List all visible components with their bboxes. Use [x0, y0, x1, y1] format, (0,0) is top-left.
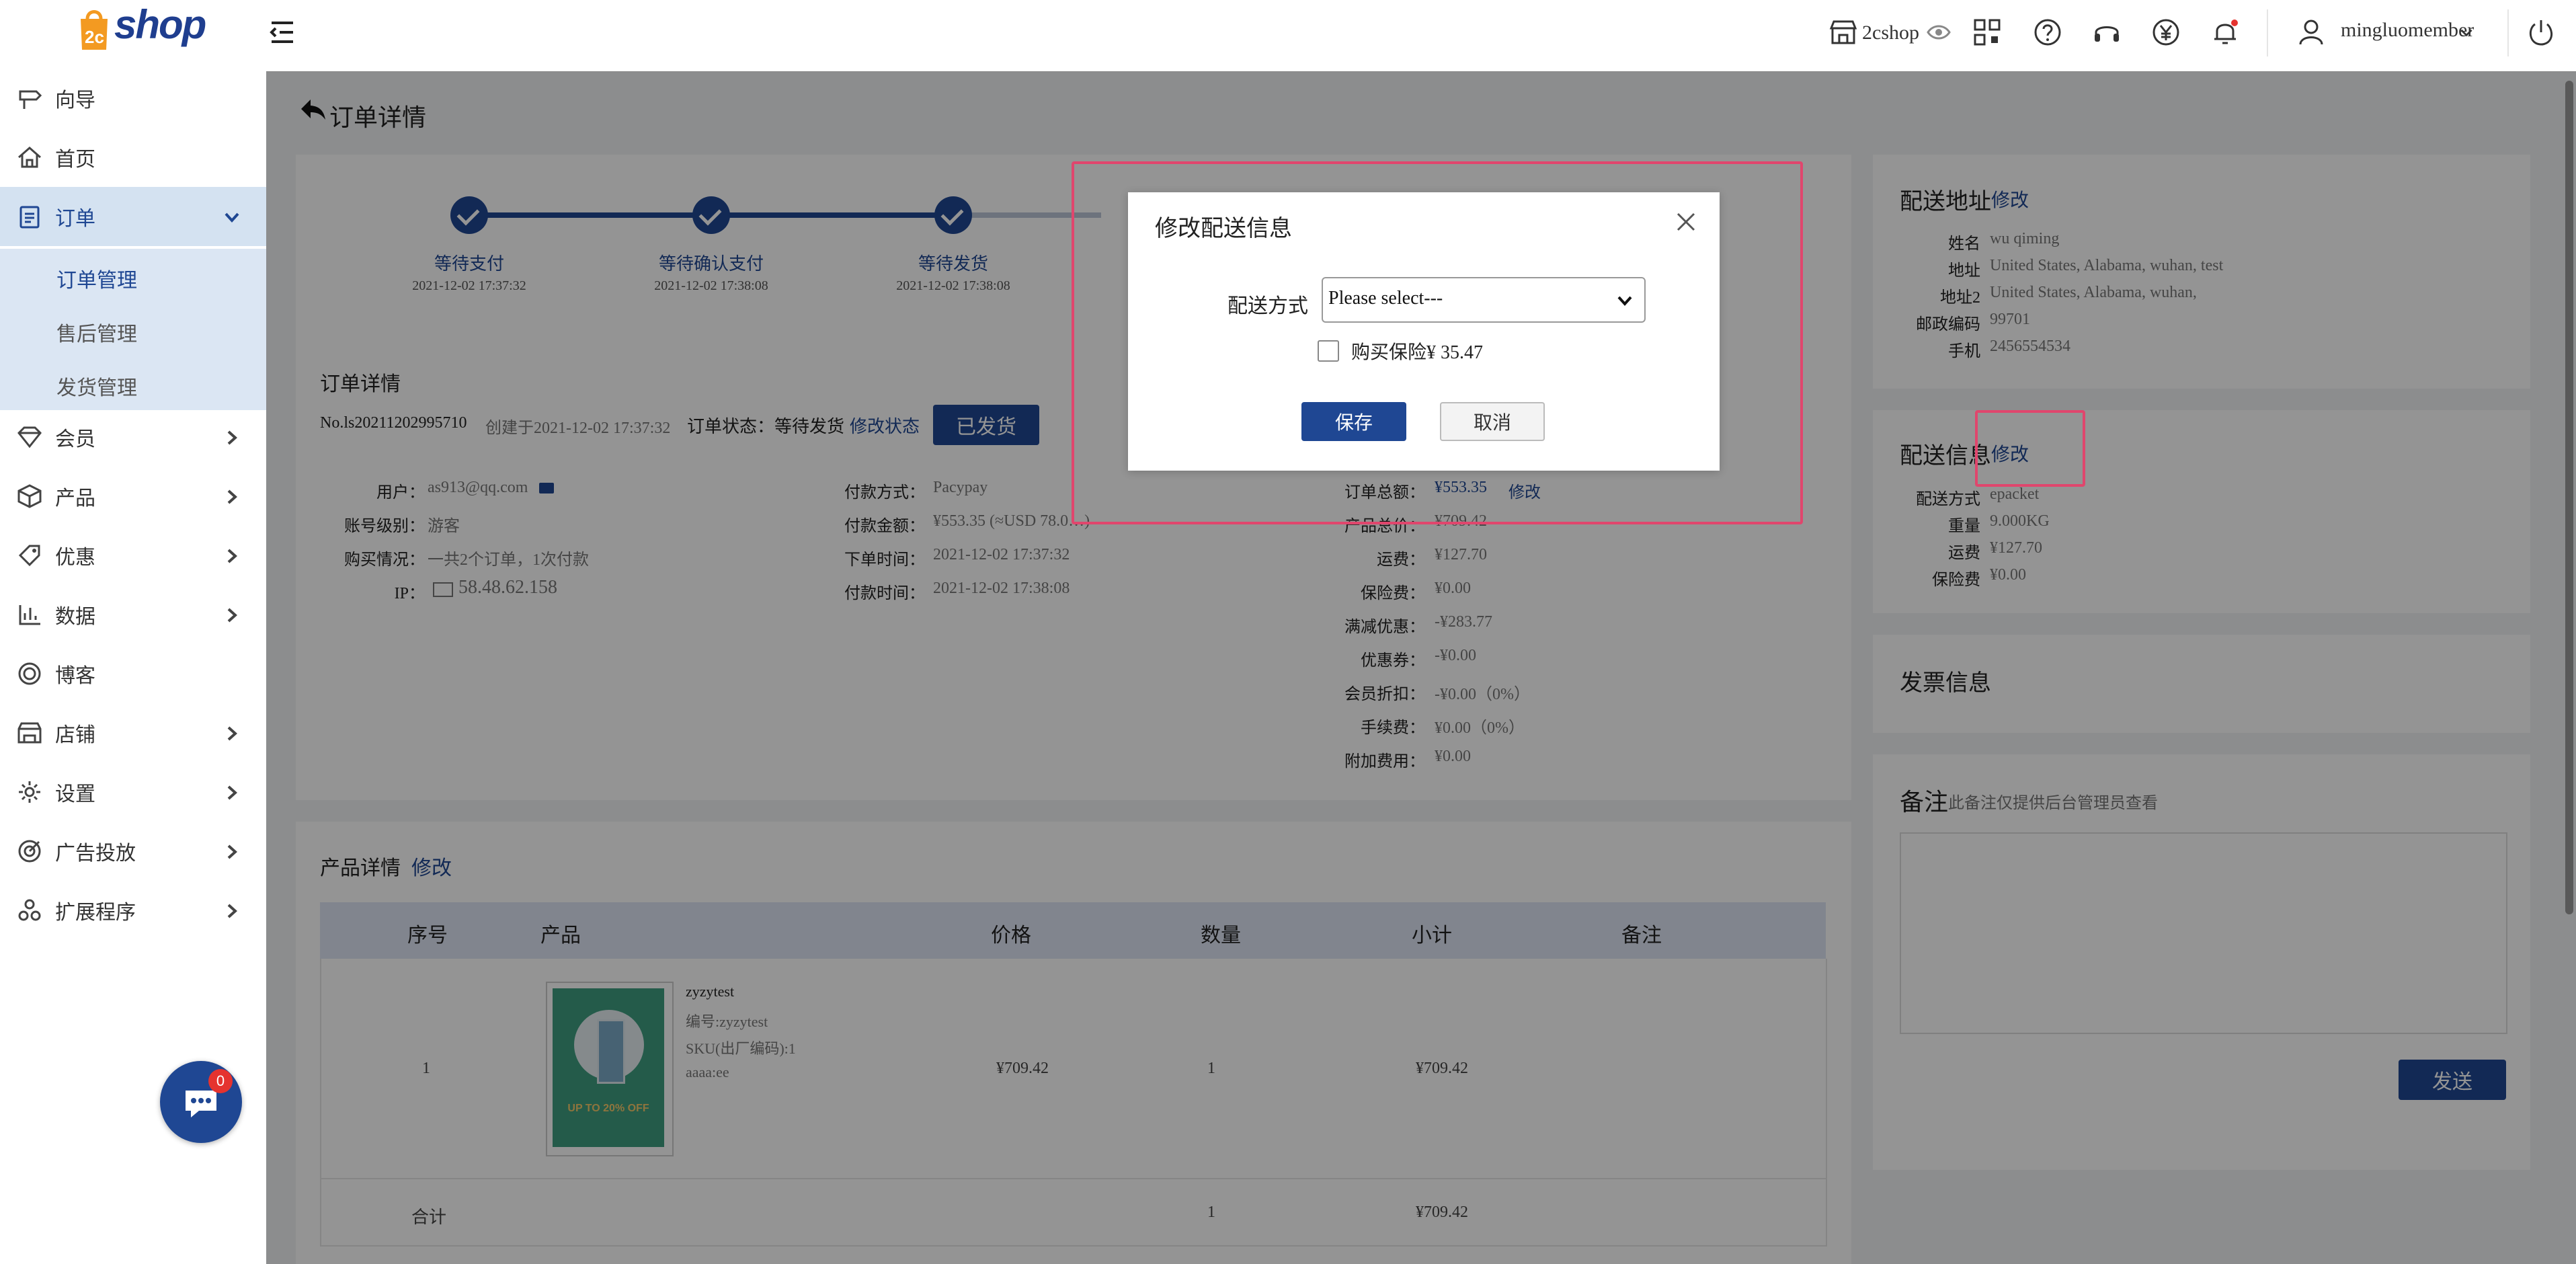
qrcode-icon[interactable]: [1968, 13, 2006, 51]
save-button[interactable]: 保存: [1301, 402, 1406, 441]
sidebar-item-label: 优惠: [55, 547, 95, 569]
submenu-after-sales[interactable]: 售后管理: [56, 317, 137, 347]
chevron-right-icon: [227, 726, 237, 741]
sidebar-item-label: 店铺: [55, 724, 95, 746]
bell-icon[interactable]: [2206, 13, 2244, 51]
sidebar-item-label: 扩展程序: [55, 902, 136, 924]
sidebar-item-label: 首页: [55, 149, 95, 171]
divider: [2507, 9, 2509, 56]
sidebar-item-guide[interactable]: 向导: [0, 69, 266, 128]
logo-icon[interactable]: 2c: [75, 4, 113, 52]
collapse-menu-icon[interactable]: [264, 13, 301, 51]
chat-badge: 0: [208, 1069, 233, 1093]
close-icon[interactable]: [1674, 210, 1698, 234]
sidebar-item-orders[interactable]: 订单: [0, 187, 266, 246]
sidebar-item-members[interactable]: 会员: [0, 407, 266, 467]
sidebar-item-label: 订单: [55, 208, 95, 230]
sidebar-item-label: 产品: [55, 487, 95, 510]
gear-icon: [13, 776, 46, 808]
chevron-right-icon: [227, 785, 237, 800]
insurance-label: 购买保险¥ 35.47: [1351, 342, 1484, 363]
puzzle-icon: [13, 894, 46, 926]
eye-icon[interactable]: [1920, 13, 1958, 51]
sidebar-item-products[interactable]: 产品: [0, 467, 266, 526]
bullseye-icon: [13, 835, 46, 867]
shipping-method-select[interactable]: Please select---: [1322, 277, 1646, 323]
sidebar-item-extensions[interactable]: 扩展程序: [0, 881, 266, 940]
shop-icon: [13, 717, 46, 749]
sidebar-item-store[interactable]: 店铺: [0, 703, 266, 762]
method-label: 配送方式: [1227, 295, 1308, 317]
power-icon[interactable]: [2522, 13, 2560, 51]
yen-icon[interactable]: [2147, 13, 2185, 51]
tag-icon: [13, 539, 46, 571]
divider: [2267, 9, 2268, 56]
logo-text[interactable]: shop: [114, 1, 206, 48]
submenu-order-management[interactable]: 订单管理: [56, 264, 137, 293]
store-name[interactable]: 2cshop: [1862, 22, 1919, 44]
top-bar: [0, 0, 2576, 72]
chevron-right-icon: [227, 430, 237, 445]
submenu-shipping[interactable]: 发货管理: [56, 371, 137, 401]
sidebar-item-blog[interactable]: 博客: [0, 644, 266, 703]
sidebar-item-ads[interactable]: 广告投放: [0, 822, 266, 881]
chevron-down-icon: [225, 212, 239, 223]
chat-button[interactable]: 0: [160, 1061, 242, 1143]
diamond-icon: [13, 421, 46, 453]
sidebar-item-label: 会员: [55, 428, 95, 450]
chevron-down-icon: [1617, 296, 1632, 306]
chevron-right-icon: [227, 489, 237, 504]
chevron-down-icon[interactable]: [2458, 13, 2475, 51]
sidebar-item-label: 设置: [55, 783, 95, 805]
sidebar-item-settings[interactable]: 设置: [0, 762, 266, 822]
chevron-right-icon: [227, 904, 237, 918]
headset-icon[interactable]: [2088, 13, 2126, 51]
bar-chart-icon: [13, 598, 46, 631]
sidebar-item-promotions[interactable]: 优惠: [0, 526, 266, 585]
sidebar-item-label: 向导: [55, 89, 95, 112]
chevron-right-icon: [227, 844, 237, 859]
highlight-box: [1975, 410, 2085, 487]
box-icon: [13, 480, 46, 512]
clipboard-icon: [13, 200, 46, 233]
chevron-right-icon: [227, 608, 237, 623]
target-icon: [13, 658, 46, 690]
cancel-button[interactable]: 取消: [1440, 402, 1545, 441]
sidebar-item-label: 数据: [55, 606, 95, 628]
sidebar-item-data[interactable]: 数据: [0, 585, 266, 644]
svg-text:2c: 2c: [85, 27, 104, 47]
user-icon[interactable]: [2292, 13, 2330, 51]
insurance-checkbox[interactable]: [1318, 340, 1339, 362]
sidebar-item-home[interactable]: 首页: [0, 128, 266, 187]
help-icon[interactable]: [2029, 13, 2066, 51]
store-icon[interactable]: [1824, 13, 1862, 51]
sidebar-item-label: 广告投放: [55, 842, 136, 865]
chevron-right-icon: [227, 549, 237, 563]
home-icon: [13, 141, 46, 173]
user-name[interactable]: mingluomember: [2341, 19, 2474, 42]
sidebar-item-label: 博客: [55, 665, 95, 687]
signpost-icon: [13, 82, 46, 114]
dialog-title: 修改配送信息: [1155, 216, 1292, 241]
select-value: Please select---: [1328, 288, 1443, 309]
